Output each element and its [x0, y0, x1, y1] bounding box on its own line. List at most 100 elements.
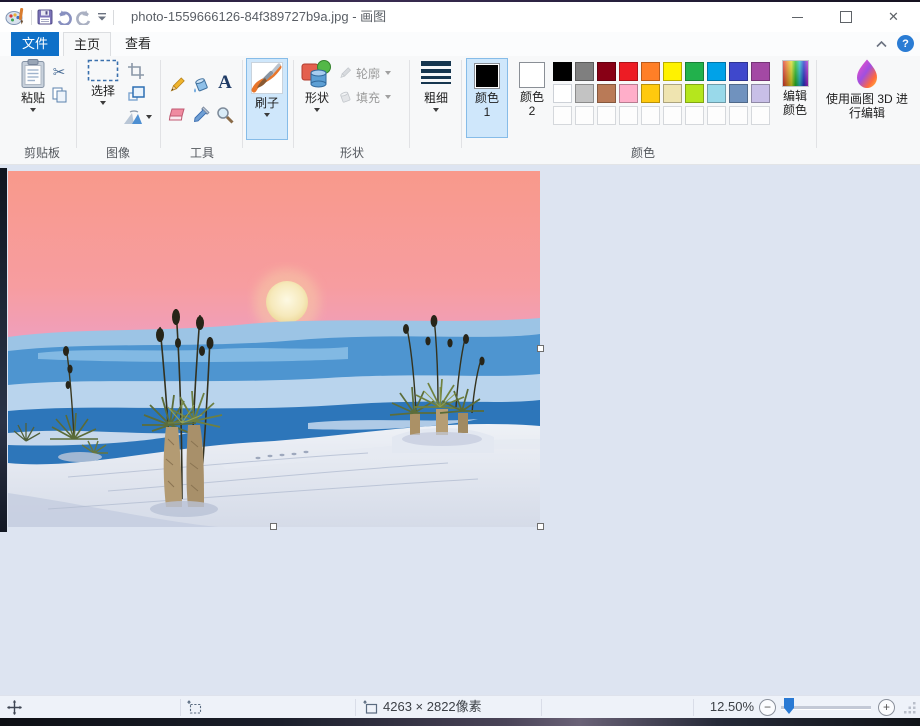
zoom-in-icon: + [883, 700, 890, 714]
zoom-in-button[interactable]: + [878, 699, 895, 716]
customize-qat-dropdown[interactable] [93, 8, 111, 26]
palette-swatch-empty[interactable] [729, 106, 748, 125]
edit-colors-label: 编辑颜色 [780, 89, 810, 117]
palette-swatch-empty[interactable] [641, 106, 660, 125]
eraser-tool-button[interactable] [166, 104, 188, 126]
paste-icon [20, 59, 46, 89]
palette-swatch-empty[interactable] [751, 106, 770, 125]
palette-swatch-empty[interactable] [685, 106, 704, 125]
brushes-label: 刷子 [255, 96, 279, 110]
resize-handle-corner[interactable] [537, 523, 544, 530]
colors-group-label: 颜色 [553, 146, 733, 160]
palette-swatch[interactable] [685, 84, 704, 103]
palette-swatch[interactable] [597, 62, 616, 81]
group-divider [160, 60, 161, 148]
rotate-button[interactable] [121, 107, 153, 127]
fill-label: 填充 [356, 89, 380, 106]
color2-swatch [519, 62, 545, 88]
color-picker-tool-button[interactable] [190, 104, 212, 126]
pencil-icon [168, 76, 186, 94]
pencil-tool-button[interactable] [166, 74, 188, 96]
tab-home[interactable]: 主页 [63, 32, 111, 56]
select-button[interactable]: 选择 [84, 59, 122, 105]
zoom-level-text: 12.50% [708, 696, 754, 718]
shape-fill-button[interactable]: 填充 [338, 88, 404, 106]
palette-row-1 [553, 62, 770, 81]
palette-swatch[interactable] [553, 62, 572, 81]
palette-swatch[interactable] [707, 84, 726, 103]
palette-swatch[interactable] [575, 84, 594, 103]
minimize-button[interactable] [775, 2, 820, 32]
magnifier-tool-button[interactable] [214, 104, 236, 126]
fill-bucket-icon [192, 76, 211, 94]
palette-swatch-empty[interactable] [575, 106, 594, 125]
palette-swatch[interactable] [685, 62, 704, 81]
statusbar-separator [355, 699, 356, 716]
group-divider [816, 60, 817, 148]
resize-handle-right[interactable] [537, 345, 544, 352]
collapse-ribbon-button[interactable] [872, 35, 890, 53]
paint3d-button[interactable]: 使用画图 3D 进行编辑 [822, 58, 912, 120]
palette-swatch-empty[interactable] [707, 106, 726, 125]
undo-button[interactable] [55, 8, 73, 26]
copy-button[interactable] [48, 85, 70, 105]
palette-swatch[interactable] [729, 84, 748, 103]
fill-tool-button[interactable] [190, 74, 212, 96]
palette-swatch[interactable] [641, 62, 660, 81]
dropdown-arrow-icon [100, 101, 106, 105]
palette-swatch[interactable] [619, 62, 638, 81]
tab-file[interactable]: 文件 [11, 32, 59, 56]
canvas-size-text: 4263 × 2822像素 [383, 696, 482, 718]
save-icon [37, 9, 53, 25]
selection-size-icon [186, 700, 202, 720]
redo-button[interactable] [74, 8, 92, 26]
color1-button[interactable]: 颜色1 [466, 58, 508, 138]
magnifier-icon [216, 106, 234, 124]
paste-button[interactable]: 粘贴 [13, 59, 53, 112]
tab-view[interactable]: 查看 [115, 32, 161, 56]
palette-swatch[interactable] [751, 62, 770, 81]
image-group-label: 图像 [84, 146, 152, 160]
eyedropper-icon [192, 106, 210, 124]
edit-colors-button[interactable]: 编辑颜色 [777, 60, 813, 117]
statusbar-separator [541, 699, 542, 716]
palette-swatch[interactable] [663, 84, 682, 103]
close-button[interactable]: ✕ [871, 2, 916, 32]
outline-button[interactable]: 轮廓 [338, 64, 404, 82]
palette-swatch[interactable] [707, 62, 726, 81]
size-button[interactable]: 粗细 [414, 59, 458, 112]
zoom-out-button[interactable]: − [759, 699, 776, 716]
palette-swatch[interactable] [663, 62, 682, 81]
zoom-slider-thumb[interactable] [784, 698, 794, 714]
help-button[interactable]: ? [897, 35, 914, 52]
help-icon: ? [902, 38, 909, 50]
canvas[interactable] [8, 171, 540, 527]
resize-handle-bottom[interactable] [270, 523, 277, 530]
cut-button[interactable]: ✂ [48, 62, 70, 82]
chevron-up-icon [876, 41, 887, 48]
palette-swatch[interactable] [553, 84, 572, 103]
palette-swatch-empty[interactable] [663, 106, 682, 125]
zoom-slider-track[interactable] [781, 706, 871, 710]
palette-swatch-empty[interactable] [553, 106, 572, 125]
resize-button[interactable] [125, 84, 147, 104]
palette-swatch[interactable] [751, 84, 770, 103]
maximize-button[interactable] [823, 2, 868, 32]
shapes-label: 形状 [305, 91, 329, 105]
shapes-button[interactable]: 形状 [298, 59, 336, 112]
dropdown-arrow-icon [314, 108, 320, 112]
crop-button[interactable] [125, 61, 147, 81]
color2-button[interactable]: 颜色2 [512, 58, 552, 142]
palette-swatch[interactable] [641, 84, 660, 103]
palette-swatch[interactable] [729, 62, 748, 81]
save-button[interactable] [36, 8, 54, 26]
palette-swatch-empty[interactable] [619, 106, 638, 125]
palette-swatch[interactable] [597, 84, 616, 103]
window-title: photo-1559666126-84f389727b9a.jpg - 画图 [131, 2, 386, 32]
palette-swatch[interactable] [575, 62, 594, 81]
undo-icon [56, 10, 73, 25]
brushes-button[interactable]: 刷子 [246, 58, 288, 140]
palette-swatch[interactable] [619, 84, 638, 103]
text-tool-button[interactable]: A [214, 72, 236, 94]
palette-swatch-empty[interactable] [597, 106, 616, 125]
